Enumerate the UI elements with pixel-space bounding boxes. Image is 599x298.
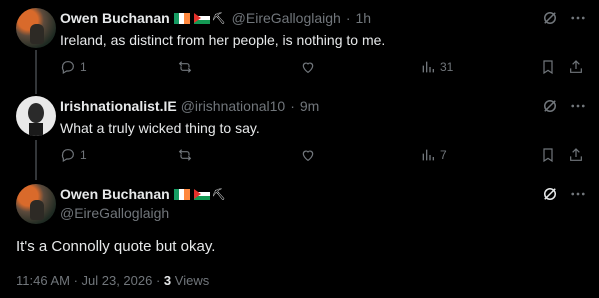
ireland-flag-icon [173,188,190,200]
like-icon [302,62,314,74]
repost-button[interactable] [177,147,197,163]
more-icon[interactable] [569,9,587,27]
portrait-icon [28,103,44,136]
display-name[interactable]: Owen Buchanan [60,186,170,202]
views-label: Views [174,273,210,288]
repost-icon [178,149,192,161]
tweet-text: Ireland, as distinct from her people, is… [60,32,386,48]
bookmark-icon [543,60,553,75]
tweet-text: It's a Connolly quote but okay. [16,238,216,255]
share-button[interactable] [568,59,588,75]
repost-icon [178,61,192,73]
ireland-flag-icon [173,12,190,24]
more-icon[interactable] [569,185,587,203]
handle-row: @EireGalloglaigh [60,205,169,221]
share-button[interactable] [568,147,588,163]
views-button[interactable]: 31 [420,59,453,75]
tweet-text: What a truly wicked thing to say. [60,120,260,136]
timestamp[interactable]: 1h [355,10,371,26]
handle[interactable]: @EireGalloglaigh [232,10,341,26]
repost-button[interactable] [177,59,197,75]
action-bar: 1 7 [60,147,592,167]
tweet-top-icons [541,185,587,203]
views-count: 7 [440,148,447,162]
avatar[interactable] [16,184,56,224]
reply-count: 1 [80,60,87,74]
action-bar: 1 31 [60,59,592,79]
display-name[interactable]: Irishnationalist.IE [60,98,177,114]
grok-icon[interactable] [541,185,559,203]
share-icon [570,148,582,161]
palestine-flag-icon [193,12,210,24]
more-icon[interactable] [569,97,587,115]
share-icon [570,60,582,73]
axe-icon: ⛏ [211,12,226,25]
reply-button[interactable]: 1 [60,147,87,163]
views-icon [422,61,434,73]
tweet-header: Irishnationalist.IE @irishnational10 · 9… [60,98,319,114]
axe-icon: ⛏ [211,188,226,201]
avatar[interactable] [16,96,56,136]
tweet-header: Owen Buchanan ⛏ @EireGalloglaigh · 1h [60,10,371,26]
thread-line [35,50,37,94]
thread-line [35,140,37,180]
views-button[interactable]: 7 [420,147,447,163]
views-count: 31 [440,60,454,74]
views-count: 3 [163,273,172,288]
views-icon [422,149,434,161]
display-name[interactable]: Owen Buchanan [60,10,170,26]
like-button[interactable] [300,59,320,75]
tweet-timestamp[interactable]: 11:46 AM · Jul 23, 2026 · [16,273,160,288]
like-button[interactable] [300,147,320,163]
tweet-meta: 11:46 AM · Jul 23, 2026 · 3 Views [16,273,209,288]
handle[interactable]: @EireGalloglaigh [60,205,169,221]
palestine-flag-icon [193,188,210,200]
reply-icon [61,61,74,75]
grok-icon[interactable] [541,97,559,115]
bookmark-button[interactable] [540,147,560,163]
tweet-top-icons [541,9,587,27]
grok-icon[interactable] [541,9,559,27]
separator: · [345,10,351,26]
bookmark-icon [543,148,553,163]
bookmark-button[interactable] [540,59,560,75]
reply-icon [61,149,74,163]
separator: · [290,98,295,114]
handle[interactable]: @irishnational10 [181,98,286,114]
reply-button[interactable]: 1 [60,59,87,75]
tweet-top-icons [541,97,587,115]
reply-count: 1 [80,148,87,162]
like-icon [302,150,314,162]
tweet-header: Owen Buchanan ⛏ [60,186,226,202]
timestamp[interactable]: 9m [300,98,319,114]
avatar[interactable] [16,8,56,48]
